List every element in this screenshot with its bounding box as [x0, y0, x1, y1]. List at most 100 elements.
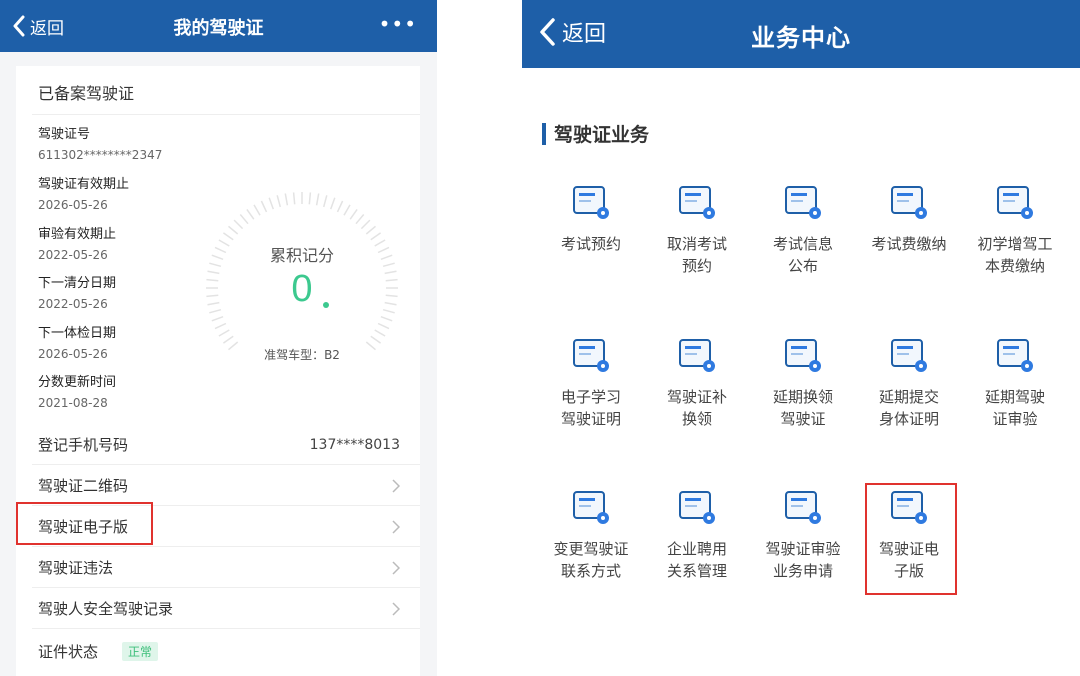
tile-label-line: 证审验 [992, 410, 1038, 428]
menu-phone-number[interactable]: 登记手机号码 137****8013 [16, 424, 420, 465]
service-tile[interactable]: 驾驶证补 换领 [647, 336, 747, 436]
service-tile[interactable]: 延期驾驶 证审验 [965, 336, 1065, 436]
tile-label-line: 驾驶证审验 [765, 540, 841, 558]
delay-review-icon [997, 339, 1033, 372]
info-value: 2026-05-26 [38, 347, 108, 361]
info-score-update-time: 分数更新时间 2021-08-28 [38, 374, 208, 412]
e-learning-icon [573, 339, 609, 372]
tile-label-line: 驾驶证 [780, 410, 826, 428]
tile-label-line: 延期换领 [772, 388, 833, 406]
tile-label-line: 初学增驾工 [977, 235, 1053, 253]
delay-renew-icon [785, 339, 821, 372]
contact-change-icon [573, 491, 609, 524]
tile-label-line: 电子学习 [560, 388, 621, 406]
gauge-title: 累积记分 [269, 246, 334, 265]
tile-label: 考试费缴纳 [859, 233, 959, 255]
info-label: 审验有效期止 [38, 227, 117, 242]
info-next-clear-date: 下一清分日期 2022-05-26 [38, 275, 208, 313]
tile-label-line: 业务申请 [772, 562, 833, 580]
service-tile[interactable]: 驾驶证审验 业务申请 [753, 488, 853, 588]
card-heading: 已备案驾驶证 [38, 84, 135, 103]
health-proof-icon [891, 339, 927, 372]
tile-label-line: 驾驶证补 [666, 388, 727, 406]
menu-label: 证件状态 [38, 643, 99, 661]
service-tile[interactable]: 延期提交 身体证明 [859, 336, 959, 436]
info-license-expiry: 驾驶证有效期止 2026-05-26 [38, 176, 208, 214]
top-nav-bar: 返回 业务中心 [522, 0, 1080, 68]
exam-booking-icon [573, 186, 609, 219]
info-label: 驾驶证号 [38, 127, 91, 142]
tile-label-line: 联系方式 [560, 562, 621, 580]
tile-label: 考试预约 [541, 233, 641, 255]
tile-label-line: 换领 [681, 410, 712, 428]
highlight-box [16, 502, 153, 545]
info-review-expiry: 审验有效期止 2022-05-26 [38, 226, 208, 264]
menu-label: 驾驶人安全驾驶记录 [38, 600, 174, 618]
info-value: 611302********2347 [38, 148, 163, 162]
enterprise-icon [679, 491, 715, 524]
service-tile[interactable]: 电子学习 驾驶证明 [541, 336, 641, 436]
page-title: 我的驾驶证 [173, 18, 264, 39]
phone-value: 137****8013 [309, 436, 400, 453]
gauge-score: 0 [291, 268, 313, 310]
menu-safe-driving-record[interactable]: 驾驶人安全驾驶记录 [16, 588, 420, 629]
gauge-dot [323, 302, 329, 308]
tile-label: 考试信息 公布 [753, 233, 853, 277]
service-tile[interactable]: 考试信息 公布 [753, 183, 853, 283]
my-license-screen: 返回 我的驾驶证 ••• 已备案驾驶证 驾驶证号 611302********2… [0, 0, 437, 676]
info-value: 2022-05-26 [38, 297, 108, 311]
status-badge: 正常 [122, 642, 159, 661]
exam-info-icon [785, 186, 821, 219]
tile-label: 驾驶证审验 业务申请 [753, 538, 853, 582]
chevron-right-icon [392, 519, 400, 534]
service-tile[interactable]: 考试预约 [541, 183, 641, 283]
menu-certificate-status: 证件状态 [16, 631, 420, 672]
business-center-screen: 返回 业务中心 驾驶证业务 考试预约 取消考试 预约 考试信息 公布 考试费缴纳 初学增驾工… [522, 0, 1080, 676]
tile-label: 延期换领 驾驶证 [753, 386, 853, 430]
service-tile[interactable]: 延期换领 驾驶证 [753, 336, 853, 436]
tile-label-line: 取消考试 [666, 235, 727, 253]
service-tile[interactable]: 企业聘用 关系管理 [647, 488, 747, 588]
tile-label-line: 变更驾驶证 [553, 540, 629, 558]
section-label: 驾驶证业务 [554, 124, 650, 146]
tile-label-line: 考试信息 [772, 235, 833, 253]
tile-label: 延期提交 身体证明 [859, 386, 959, 430]
tile-label-line: 考试预约 [560, 235, 621, 253]
tile-label-line: 关系管理 [666, 562, 727, 580]
menu-license-qrcode[interactable]: 驾驶证二维码 [16, 465, 420, 506]
tile-label: 初学增驾工 本费缴纳 [965, 233, 1065, 277]
menu-label: 登记手机号码 [38, 436, 129, 454]
tile-label: 驾驶证补 换领 [647, 386, 747, 430]
info-value: 2021-08-28 [38, 396, 108, 410]
calendar-cancel-icon [679, 186, 715, 219]
tile-label-line: 延期提交 [878, 388, 939, 406]
score-gauge: 累积记分 0 准驾车型：B2 [192, 188, 412, 388]
service-tile[interactable]: 取消考试 预约 [647, 183, 747, 283]
divider [32, 114, 420, 115]
tile-label-line: 延期驾驶 [984, 388, 1045, 406]
info-label: 驾驶证有效期止 [38, 177, 130, 192]
license-card: 已备案驾驶证 驾驶证号 611302********2347 驾驶证有效期止 2… [16, 66, 420, 676]
cost-payment-icon [997, 186, 1033, 219]
page-title: 业务中心 [751, 24, 851, 52]
service-tile[interactable]: 变更驾驶证 联系方式 [541, 488, 641, 588]
service-tile[interactable]: 初学增驾工 本费缴纳 [965, 183, 1065, 283]
divider [32, 628, 420, 629]
tile-label: 取消考试 预约 [647, 233, 747, 277]
section-accent-bar [542, 122, 546, 145]
tile-label-line: 公布 [787, 257, 818, 275]
info-license-number: 驾驶证号 611302********2347 [38, 126, 208, 164]
fee-payment-icon [891, 186, 927, 219]
service-tile[interactable]: 考试费缴纳 [859, 183, 959, 283]
tile-label: 延期驾驶 证审验 [965, 386, 1065, 430]
chevron-right-icon [392, 478, 400, 493]
info-label: 下一体检日期 [38, 326, 117, 341]
chevron-right-icon [392, 560, 400, 575]
info-next-checkup-date: 下一体检日期 2026-05-26 [38, 325, 208, 363]
menu-license-violations[interactable]: 驾驶证违法 [16, 547, 420, 588]
info-value: 2026-05-26 [38, 198, 108, 212]
more-menu-icon[interactable]: ••• [379, 12, 417, 36]
review-apply-icon [785, 491, 821, 524]
tile-label-line: 本费缴纳 [984, 257, 1045, 275]
info-value: 2022-05-26 [38, 248, 108, 262]
